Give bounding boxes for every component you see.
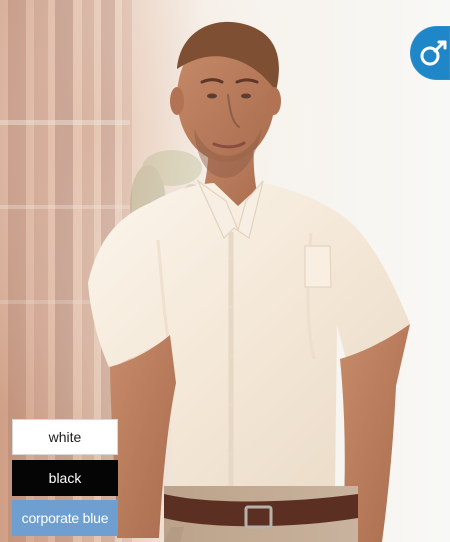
product-card: white black corporate blue [0,0,450,542]
color-option-label: white [48,429,82,445]
color-option-label: black [48,470,82,486]
color-option-corporate-blue[interactable]: corporate blue [12,500,118,536]
color-option-black[interactable]: black [12,460,118,496]
color-option-label: corporate blue [21,510,109,526]
male-symbol-icon [420,40,447,66]
color-option-white[interactable]: white [12,419,118,455]
